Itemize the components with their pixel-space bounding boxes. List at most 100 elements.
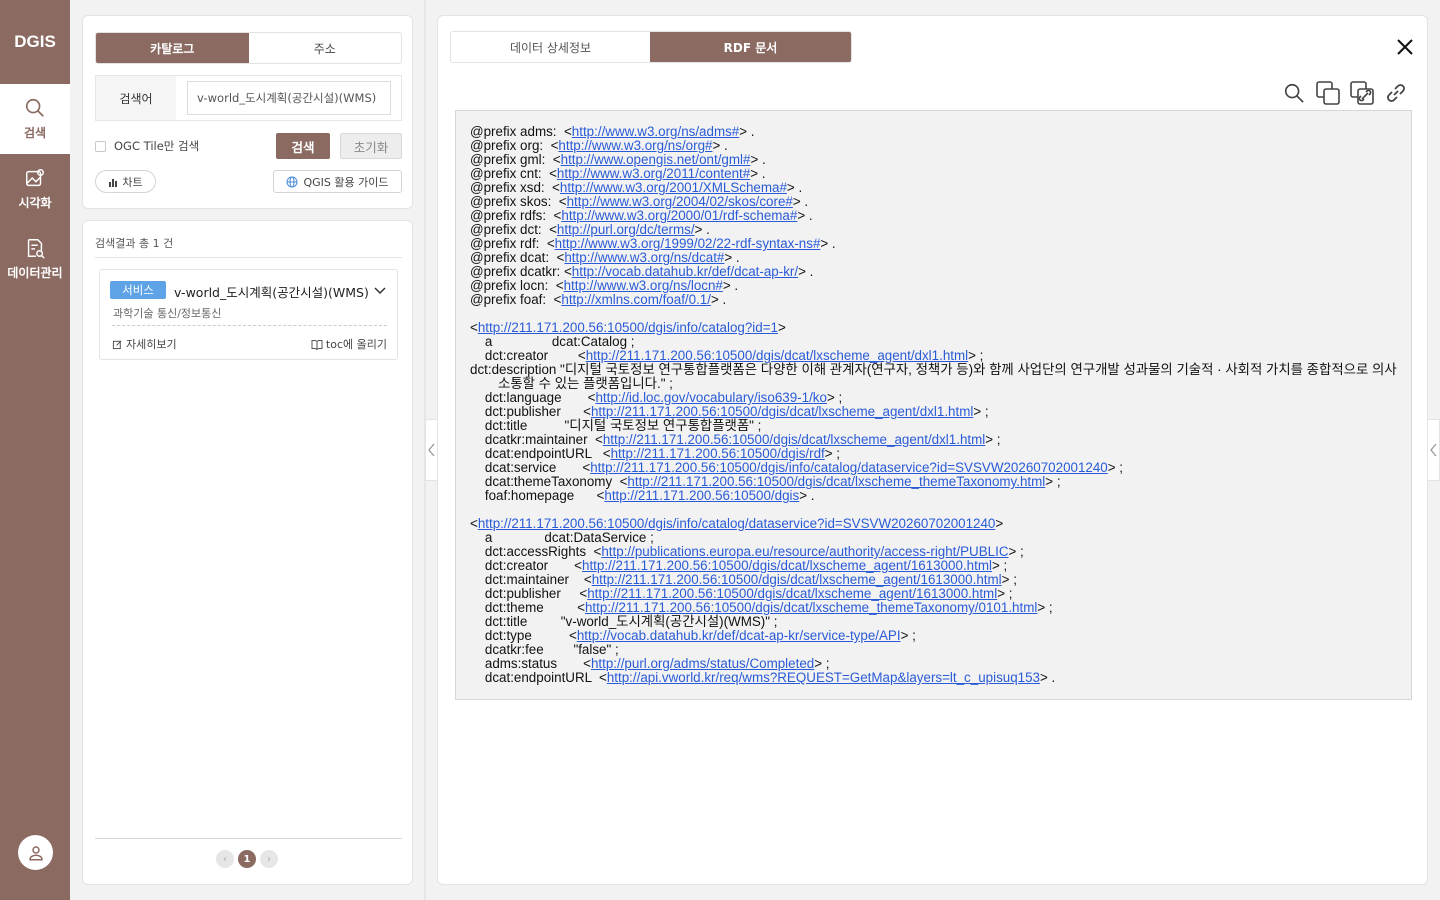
- rdf-triple-line: dcat:service <http://211.171.200.56:1050…: [470, 461, 1397, 475]
- rdf-prefix-line: @prefix gml: <http://www.opengis.net/ont…: [470, 153, 1397, 167]
- rdf-link[interactable]: http://211.171.200.56:10500/dgis: [604, 488, 799, 503]
- rdf-text: > .: [797, 208, 813, 223]
- chart-button-label: 차트: [122, 175, 143, 189]
- rdf-link[interactable]: http://www.w3.org/2000/01/rdf-schema#: [561, 208, 797, 223]
- rdf-text: @prefix gml: <: [470, 152, 561, 167]
- rdf-link[interactable]: http://211.171.200.56:10500/dgis/dcat/lx…: [586, 348, 968, 363]
- rdf-text: > .: [724, 250, 740, 265]
- qgis-guide-button[interactable]: QGIS 활용 가이드: [273, 170, 402, 193]
- ogc-tile-checkbox[interactable]: [95, 140, 106, 152]
- tab-catalog[interactable]: 카탈로그: [96, 33, 249, 63]
- rail-item-data-manage[interactable]: 데이터관리: [0, 224, 70, 294]
- rdf-link[interactable]: http://www.opengis.net/ont/gml#: [561, 152, 751, 167]
- rdf-text: > .: [739, 124, 755, 139]
- rdf-triple-line: dct:publisher <http://211.171.200.56:105…: [470, 405, 1397, 419]
- chart-button[interactable]: 차트: [95, 170, 156, 193]
- rdf-link[interactable]: http://www.w3.org/ns/org#: [558, 138, 712, 153]
- rdf-link[interactable]: http://211.171.200.56:10500/dgis/info/ca…: [478, 320, 778, 335]
- search-button[interactable]: 검색: [276, 133, 330, 159]
- rdf-link[interactable]: http://211.171.200.56:10500/dgis/dcat/lx…: [591, 404, 973, 419]
- rdf-triple-line: dcat:endpointURL <http://api.vworld.kr/r…: [470, 671, 1397, 685]
- rdf-prefix-line: @prefix adms: <http://www.w3.org/ns/adms…: [470, 125, 1397, 139]
- search-tabs: 카탈로그 주소: [95, 32, 402, 64]
- rdf-text: dct:description "디지털 국토정보 연구통합플랫폼은 다양한 이…: [470, 362, 1397, 391]
- search-rdf-button[interactable]: [1281, 80, 1307, 106]
- rdf-text: > ;: [900, 628, 916, 643]
- rdf-link[interactable]: http://211.171.200.56:10500/dgis/info/ca…: [478, 516, 996, 531]
- rdf-text: a dcat:DataService ;: [470, 530, 654, 545]
- rdf-link[interactable]: http://www.w3.org/ns/locn#: [564, 278, 723, 293]
- rdf-link[interactable]: http://purl.org/dc/terms/: [557, 222, 695, 237]
- rdf-gap: [470, 307, 1397, 321]
- rdf-link[interactable]: http://purl.org/adms/status/Completed: [591, 656, 814, 671]
- rdf-triple-line: dct:description "디지털 국토정보 연구통합플랫폼은 다양한 이…: [470, 363, 1397, 391]
- rdf-text: > .: [750, 152, 766, 167]
- rail-item-search[interactable]: 검색: [0, 84, 70, 154]
- collapse-right-tab[interactable]: [1427, 419, 1440, 481]
- rdf-link[interactable]: http://211.171.200.56:10500/dgis/dcat/lx…: [585, 600, 1037, 615]
- tab-rdf-document[interactable]: RDF 문서: [650, 32, 851, 62]
- rdf-text: foaf:homepage <: [470, 488, 605, 503]
- app-logo: DGIS: [14, 32, 56, 51]
- toc-add-link[interactable]: toc에 올리기: [311, 336, 387, 352]
- rdf-text: > ;: [814, 656, 830, 671]
- rdf-link[interactable]: http://vocab.datahub.kr/def/dcat-ap-kr/s…: [577, 628, 901, 643]
- rdf-link[interactable]: http://publications.europa.eu/resource/a…: [601, 544, 1008, 559]
- edit-icon: [112, 340, 122, 349]
- copy-button[interactable]: [1315, 80, 1341, 106]
- page-number[interactable]: 1: [238, 850, 256, 868]
- rdf-link[interactable]: http://211.171.200.56:10500/dgis/dcat/lx…: [587, 586, 997, 601]
- rdf-text: > .: [1040, 670, 1056, 685]
- next-page-button[interactable]: ›: [260, 850, 278, 868]
- prev-page-button[interactable]: ‹: [216, 850, 234, 868]
- rdf-link[interactable]: http://www.w3.org/ns/dcat#: [564, 250, 724, 265]
- rdf-link[interactable]: http://api.vworld.kr/req/wms?REQUEST=Get…: [607, 670, 1040, 685]
- rdf-text: > .: [712, 138, 728, 153]
- tab-data-detail[interactable]: 데이터 상세정보: [451, 32, 650, 62]
- rdf-prefix-line: @prefix dcatkr: <http://vocab.datahub.kr…: [470, 265, 1397, 279]
- rdf-link[interactable]: http://www.w3.org/1999/02/22-rdf-syntax-…: [555, 236, 821, 251]
- copy-link-button[interactable]: [1349, 80, 1375, 106]
- reset-button[interactable]: 초기화: [340, 133, 402, 159]
- rdf-subject-line: <http://211.171.200.56:10500/dgis/info/c…: [470, 517, 1397, 531]
- rdf-text: > ;: [973, 404, 989, 419]
- rdf-gap: [470, 503, 1397, 517]
- detail-link[interactable]: 자세히보기: [112, 336, 177, 352]
- link-icon: [1387, 84, 1405, 102]
- rdf-link[interactable]: http://211.171.200.56:10500/dgis/dcat/lx…: [627, 474, 1045, 489]
- rdf-triple-line: dct:title "v-world_도시계획(공간시설)(WMS)" ;: [470, 615, 1397, 629]
- user-avatar-button[interactable]: [18, 835, 53, 870]
- rail-item-visualize[interactable]: 시각화: [0, 154, 70, 224]
- rdf-text: > .: [750, 166, 766, 181]
- rdf-link[interactable]: http://211.171.200.56:10500/dgis/rdf: [611, 446, 825, 461]
- result-item[interactable]: 서비스 v-world_도시계획(공간시설)(WMS) 과학기술 통신/정보통신…: [99, 269, 398, 360]
- tab-address[interactable]: 주소: [249, 33, 402, 63]
- link-button[interactable]: [1383, 80, 1409, 106]
- rdf-link[interactable]: http://xmlns.com/foaf/0.1/: [561, 292, 711, 307]
- rdf-link[interactable]: http://211.171.200.56:10500/dgis/info/ca…: [590, 460, 1108, 475]
- rdf-link[interactable]: http://vocab.datahub.kr/def/dcat-ap-kr/: [572, 264, 798, 279]
- keyword-input[interactable]: [187, 81, 391, 115]
- rdf-triple-line: dct:publisher <http://211.171.200.56:105…: [470, 587, 1397, 601]
- rdf-link[interactable]: http://211.171.200.56:10500/dgis/dcat/lx…: [603, 432, 985, 447]
- rdf-link[interactable]: http://id.loc.gov/vocabulary/iso639-1/ko: [595, 390, 827, 405]
- rail-item-label: 데이터관리: [7, 266, 63, 280]
- rdf-text: adms:status <: [470, 656, 591, 671]
- chevron-down-icon[interactable]: [373, 284, 387, 298]
- rdf-link[interactable]: http://www.w3.org/2001/XMLSchema#: [560, 180, 787, 195]
- rdf-text: > .: [786, 180, 803, 195]
- rdf-triple-line: dct:maintainer <http://211.171.200.56:10…: [470, 573, 1397, 587]
- rdf-link[interactable]: http://www.w3.org/ns/adms#: [572, 124, 739, 139]
- rdf-link[interactable]: http://211.171.200.56:10500/dgis/dcat/lx…: [582, 558, 992, 573]
- rdf-text: @prefix adms: <: [470, 124, 572, 139]
- divider: [112, 325, 387, 326]
- rdf-triple-line: adms:status <http://purl.org/adms/status…: [470, 657, 1397, 671]
- rdf-text: > .: [798, 264, 814, 279]
- rdf-link[interactable]: http://211.171.200.56:10500/dgis/dcat/lx…: [592, 572, 1002, 587]
- keyword-label: 검색어: [96, 76, 176, 120]
- close-icon[interactable]: [1396, 38, 1414, 56]
- rdf-link[interactable]: http://www.w3.org/2011/content#: [557, 166, 750, 181]
- rdf-text: @prefix dct: <: [470, 222, 557, 237]
- rdf-link[interactable]: http://www.w3.org/2004/02/skos/core#: [567, 194, 793, 209]
- result-category: 과학기술 통신/정보통신: [113, 307, 222, 320]
